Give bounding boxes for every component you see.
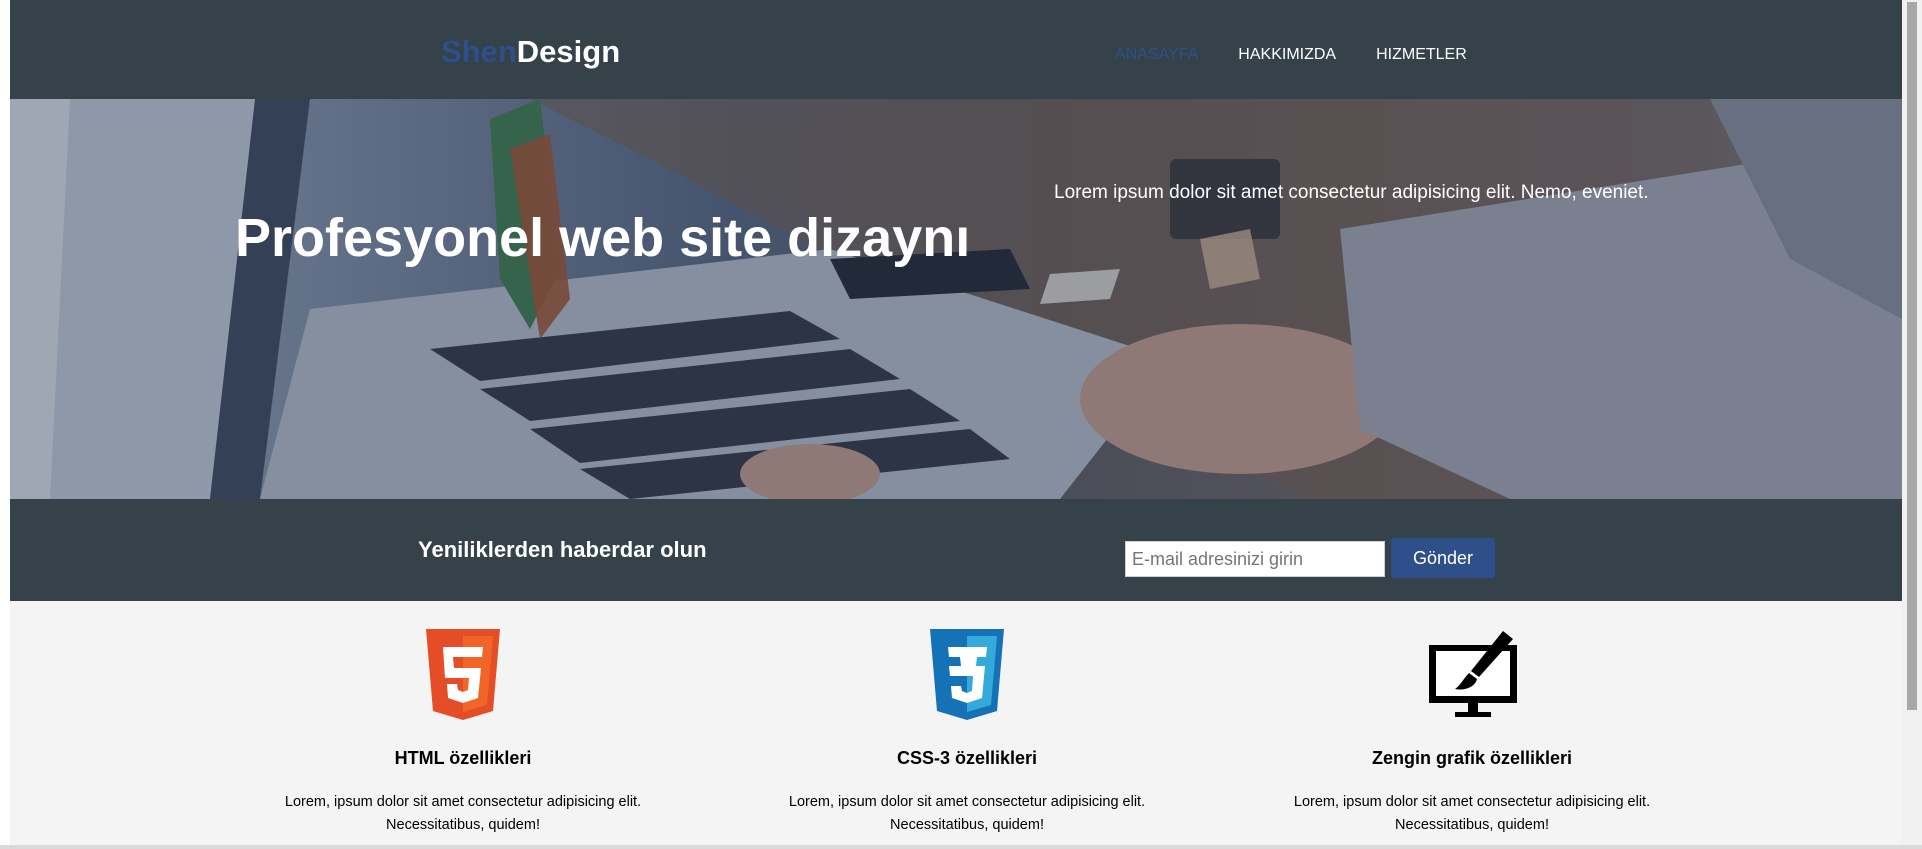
horizontal-scrollbar[interactable] bbox=[0, 845, 1922, 849]
email-input[interactable] bbox=[1125, 541, 1385, 577]
feature-text-line: Necessitatibus, quidem! bbox=[386, 817, 540, 833]
feature-text-line: Lorem, ipsum dolor sit amet consectetur … bbox=[788, 794, 1146, 810]
graphic-design-icon bbox=[1429, 631, 1517, 717]
features-section: HTML özellikleri Lorem, ipsum dolor sit … bbox=[10, 601, 1902, 849]
site-header: ShenDesign ANASAYFA HAKKIMIZDA HIZMETLER bbox=[10, 0, 1902, 99]
hero-section: Profesyonel web site dizaynı Lorem ipsum… bbox=[10, 99, 1902, 499]
page: ShenDesign ANASAYFA HAKKIMIZDA HIZMETLER bbox=[10, 0, 1902, 849]
feature-title-html: HTML özellikleri bbox=[394, 748, 532, 768]
feature-text-html: Lorem, ipsum dolor sit amet consectetur … bbox=[263, 791, 663, 837]
nav-item-hakkimizda[interactable]: HAKKIMIZDA bbox=[1238, 46, 1336, 64]
feature-text-line: Necessitatibus, quidem! bbox=[890, 817, 1044, 833]
vertical-scrollbar[interactable] bbox=[1902, 0, 1922, 849]
send-button[interactable]: Gönder bbox=[1391, 538, 1495, 578]
html5-icon bbox=[426, 629, 500, 720]
newsletter-section: Yeniliklerden haberdar olun Gönder bbox=[10, 499, 1902, 601]
scrollbar-thumb[interactable] bbox=[1907, 2, 1917, 710]
site-logo[interactable]: ShenDesign bbox=[441, 34, 620, 70]
nav-item-hizmetler[interactable]: HIZMETLER bbox=[1376, 46, 1467, 64]
feature-text-line: Necessitatibus, quidem! bbox=[1395, 817, 1549, 833]
main-nav: ANASAYFA HAKKIMIZDA HIZMETLER bbox=[1115, 46, 1507, 64]
feature-text-line: Lorem, ipsum dolor sit amet consectetur … bbox=[284, 794, 642, 810]
logo-accent: Shen bbox=[441, 34, 517, 69]
nav-item-anasayfa[interactable]: ANASAYFA bbox=[1115, 46, 1198, 64]
feature-title-css: CSS-3 özellikleri bbox=[896, 748, 1038, 768]
hero-title: Profesyonel web site dizaynı bbox=[235, 208, 971, 268]
newsletter-title: Yeniliklerden haberdar olun bbox=[418, 537, 707, 562]
hero-overlay bbox=[10, 99, 1902, 499]
feature-text-graphics: Lorem, ipsum dolor sit amet consectetur … bbox=[1272, 791, 1672, 837]
css3-icon bbox=[930, 629, 1004, 720]
logo-main: Design bbox=[516, 34, 621, 69]
hero-text: Lorem ipsum dolor sit amet consectetur a… bbox=[1054, 182, 1649, 203]
feature-title-graphics: Zengin grafik özellikleri bbox=[1371, 748, 1573, 768]
feature-text-line: Lorem, ipsum dolor sit amet consectetur … bbox=[1293, 794, 1651, 810]
feature-text-css: Lorem, ipsum dolor sit amet consectetur … bbox=[767, 791, 1167, 837]
